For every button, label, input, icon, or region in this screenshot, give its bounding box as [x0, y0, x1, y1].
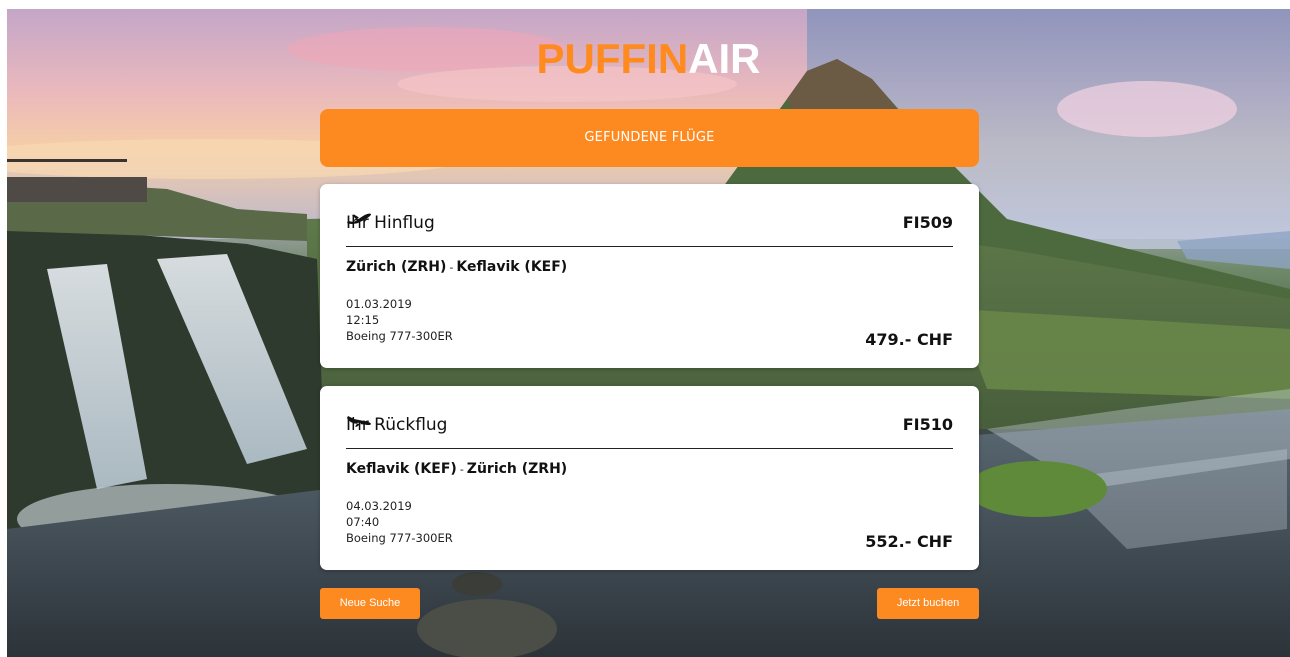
new-search-button[interactable]: Neue Suche — [320, 588, 420, 619]
outbound-destination: Keflavik (KEF) — [456, 259, 568, 275]
return-card-header: Ihr Rückflug FI510 — [346, 414, 953, 449]
results-banner: GEFUNDENE FLÜGE — [320, 109, 979, 167]
outbound-card-header: Ihr Hinflug FI509 — [346, 212, 953, 247]
return-origin: Keflavik (KEF) — [346, 461, 457, 477]
outbound-date: 01.03.2019 — [346, 297, 412, 311]
outbound-origin: Zürich (ZRH) — [346, 259, 447, 275]
return-date: 04.03.2019 — [346, 499, 412, 513]
outbound-flight-card: Ihr Hinflug FI509 Zürich (ZRH) - Keflavik … — [320, 184, 979, 368]
outbound-time: 12:15 — [346, 313, 380, 327]
page: PUFFINAIR GEFUNDENE FLÜGE Ihr Hinflug FI… — [0, 0, 1290, 657]
brand-logo[interactable]: PUFFINAIR — [7, 35, 1290, 83]
background-landscape-image: PUFFINAIR GEFUNDENE FLÜGE Ihr Hinflug FI… — [7, 9, 1290, 657]
brand-logo-part2: AIR — [688, 35, 761, 82]
return-details: 04.03.2019 07:40 Boeing 777-300ER — [346, 498, 453, 546]
outbound-price: 479.- CHF — [865, 330, 953, 349]
return-route: Keflavik (KEF) - Zürich (ZRH) — [346, 459, 567, 480]
brand-logo-part1: PUFFIN — [536, 35, 689, 82]
outbound-aircraft: Boeing 777-300ER — [346, 329, 453, 343]
return-time: 07:40 — [346, 515, 380, 529]
outbound-route-separator: - — [449, 261, 454, 274]
return-flight-number: FI510 — [902, 415, 953, 434]
outbound-title-row: Ihr Hinflug — [346, 212, 450, 234]
outbound-route: Zürich (ZRH) - Keflavik (KEF) — [346, 257, 567, 278]
return-price: 552.- CHF — [865, 532, 953, 551]
return-aircraft: Boeing 777-300ER — [346, 531, 453, 545]
return-destination: Zürich (ZRH) — [466, 461, 568, 477]
outbound-flight-number: FI509 — [902, 213, 953, 232]
return-route-separator: - — [459, 463, 464, 476]
return-flight-card: Ihr Rückflug FI510 Keflavik (KEF) - Zürich… — [320, 386, 979, 570]
outbound-details: 01.03.2019 12:15 Boeing 777-300ER — [346, 296, 453, 344]
book-now-button[interactable]: Jetzt buchen — [877, 588, 979, 619]
return-title-row: Ihr Rückflug — [346, 414, 463, 436]
